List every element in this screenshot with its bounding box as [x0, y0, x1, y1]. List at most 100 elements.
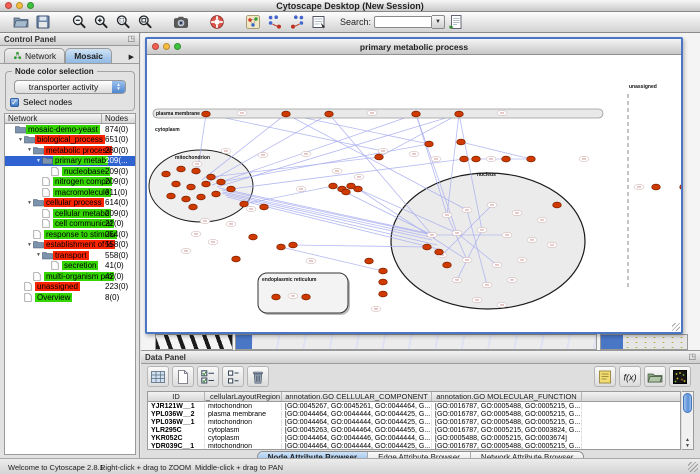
- float-panel-icon[interactable]: ◳: [127, 35, 135, 43]
- node-color-dropdown[interactable]: transporter activity ▲▼: [14, 80, 126, 94]
- table-row[interactable]: YDR039C__1mitochondrion[GO:0044464, GO:0…: [148, 442, 680, 450]
- graph-node-selected[interactable]: [207, 174, 216, 180]
- graph-node-selected[interactable]: [232, 256, 241, 262]
- table-cell[interactable]: [GO:0005488, GO:0005215, GO:0003674]: [432, 435, 582, 442]
- column-header-0[interactable]: ID: [148, 392, 205, 401]
- table-row[interactable]: YPL036W__1mitochondrion[GO:0044464, GO:0…: [148, 418, 680, 426]
- column-header-2[interactable]: annotation.GO CELLULAR_COMPONENT: [282, 392, 432, 401]
- matrix-icon[interactable]: [669, 366, 691, 387]
- layout-b-icon[interactable]: [286, 13, 308, 32]
- table-scrollbar[interactable]: ▲▼: [682, 391, 694, 450]
- table-cell[interactable]: cytoplasm: [205, 427, 282, 434]
- tree-row-biological-process[interactable]: ▼biological_process651(0): [5, 135, 135, 146]
- graph-node-selected[interactable]: [240, 201, 249, 207]
- graph-node-selected[interactable]: [365, 258, 374, 264]
- graph-node-selected[interactable]: [457, 139, 466, 145]
- network-canvas[interactable]: plasma membranecytoplasmmitochondrionnuc…: [147, 55, 681, 332]
- column-header-3[interactable]: annotation.GO MOLECULAR_FUNCTION: [432, 392, 582, 401]
- table-cell[interactable]: cytoplasm: [205, 435, 282, 442]
- tree-row-cellular-process[interactable]: ▼cellular process614(0): [5, 198, 135, 209]
- open-file-icon[interactable]: [10, 13, 32, 32]
- graph-node-selected[interactable]: [354, 186, 363, 192]
- column-header-1[interactable]: _cellularLayoutRegion: [205, 392, 282, 401]
- graph-node-selected[interactable]: [329, 183, 338, 189]
- graph-node-selected[interactable]: [289, 242, 298, 248]
- tree-row-overview[interactable]: Overview8(0): [5, 292, 135, 303]
- table-cell[interactable]: [GO:0016787, GO:0005488, GO:0005215, G..…: [432, 419, 582, 426]
- table-cell[interactable]: YPL036W__1: [148, 419, 205, 426]
- graph-node-selected[interactable]: [217, 179, 226, 185]
- graph-node-selected[interactable]: [260, 204, 269, 210]
- table-cell[interactable]: [GO:0016787, GO:0005215, GO:0003824, G..…: [432, 427, 582, 434]
- table-row[interactable]: YLR295Ccytoplasm[GO:0045263, GO:0044464,…: [148, 426, 680, 434]
- background-window-sliver[interactable]: [235, 334, 597, 350]
- tab-network[interactable]: Network: [4, 48, 65, 63]
- tree-expand-icon[interactable]: ▼: [26, 200, 33, 206]
- background-window-sliver[interactable]: [600, 334, 688, 350]
- tree-row-transport[interactable]: ▼transport558(0): [5, 250, 135, 261]
- table-cell[interactable]: [GO:0044464, GO:0044446, GO:0044444, G..…: [282, 435, 432, 442]
- table-cell[interactable]: [GO:0044464, GO:0044444, GO:0044425, G..…: [282, 411, 432, 418]
- graph-node-selected[interactable]: [227, 186, 236, 192]
- graph-node-selected[interactable]: [435, 249, 444, 255]
- tree-row-nucleobase-[interactable]: nucleobase-209(0): [5, 166, 135, 177]
- table-cell[interactable]: YDR039C__1: [148, 443, 205, 450]
- table-cell[interactable]: YLR295C: [148, 427, 205, 434]
- layout-a-icon[interactable]: [264, 13, 286, 32]
- manual-layout-icon[interactable]: [308, 13, 330, 32]
- new-attribute-icon[interactable]: [172, 366, 194, 387]
- table-row[interactable]: YKR052Ccytoplasm[GO:0044464, GO:0044446,…: [148, 434, 680, 442]
- tree-row-nitrogen-compo[interactable]: nitrogen compo209(0): [5, 177, 135, 188]
- graph-node-selected[interactable]: [177, 166, 186, 172]
- tree-row-unassigned[interactable]: unassigned223(0): [5, 282, 135, 293]
- app-resize-grip[interactable]: [688, 462, 698, 472]
- graph-node-selected[interactable]: [277, 244, 286, 250]
- scrollbar-thumb[interactable]: [683, 393, 692, 413]
- delete-attribute-icon[interactable]: [247, 366, 269, 387]
- tree-row-cellular-metabo[interactable]: cellular metabo209(0): [5, 208, 135, 219]
- graph-edge[interactable]: [206, 114, 383, 151]
- unselect-attributes-icon[interactable]: [222, 366, 244, 387]
- tree-row-mosaic-demo-yeast[interactable]: mosaic-demo-yeast874(0): [5, 124, 135, 135]
- graph-node-selected[interactable]: [455, 111, 464, 117]
- save-session-icon[interactable]: [32, 13, 54, 32]
- graph-node-selected[interactable]: [425, 141, 434, 147]
- tree-expand-icon[interactable]: ▼: [35, 158, 42, 164]
- zoom-selected-icon[interactable]: [112, 13, 134, 32]
- table-cell[interactable]: YJR121W__1: [148, 403, 205, 410]
- graph-node-selected[interactable]: [342, 189, 351, 195]
- window-resize-grip[interactable]: [672, 323, 680, 331]
- graph-node-selected[interactable]: [680, 184, 681, 190]
- graph-edge[interactable]: [286, 114, 429, 144]
- graph-node-selected[interactable]: [202, 181, 211, 187]
- notepad-icon[interactable]: [594, 366, 616, 387]
- graph-node-selected[interactable]: [527, 156, 536, 162]
- tree-expand-icon[interactable]: ▼: [26, 147, 33, 153]
- table-cell[interactable]: mitochondrion: [205, 419, 282, 426]
- graph-node-selected[interactable]: [197, 194, 206, 200]
- table-cell[interactable]: [GO:0045263, GO:0044464, GO:0044455, G..…: [282, 427, 432, 434]
- graph-node-selected[interactable]: [167, 193, 176, 199]
- tree-row-cell-communicat[interactable]: cell communicat22(0): [5, 219, 135, 230]
- graph-edge[interactable]: [244, 186, 333, 204]
- tree-expand-icon[interactable]: ▼: [35, 252, 42, 258]
- table-cell[interactable]: mitochondrion: [205, 443, 282, 450]
- tree-row-response-to-stimulu[interactable]: response to stimulu264(0): [5, 229, 135, 240]
- zoom-fit-icon[interactable]: [134, 13, 156, 32]
- graph-edge[interactable]: [461, 142, 531, 159]
- tree-row-multi-organism-pro[interactable]: multi-organism pro42(0): [5, 271, 135, 282]
- network-window-titlebar[interactable]: primary metabolic process: [147, 39, 681, 55]
- graph-node-selected[interactable]: [182, 196, 191, 202]
- background-window-sliver[interactable]: [155, 334, 233, 350]
- table-cell[interactable]: [GO:0045267, GO:0045261, GO:0044464, G..…: [282, 403, 432, 410]
- graph-node-selected[interactable]: [423, 244, 432, 250]
- tree-row-secretion[interactable]: secretion41(0): [5, 261, 135, 272]
- table-cell[interactable]: YPL036W__2: [148, 411, 205, 418]
- attribute-table-icon[interactable]: [147, 366, 169, 387]
- zoom-out-icon[interactable]: [68, 13, 90, 32]
- graph-node-selected[interactable]: [325, 111, 334, 117]
- float-panel-icon[interactable]: ◳: [688, 353, 696, 361]
- reindex-icon[interactable]: [445, 13, 467, 32]
- graph-node-selected[interactable]: [553, 202, 562, 208]
- tree-row-primary-metab[interactable]: ▼primary metab209(...: [5, 156, 135, 167]
